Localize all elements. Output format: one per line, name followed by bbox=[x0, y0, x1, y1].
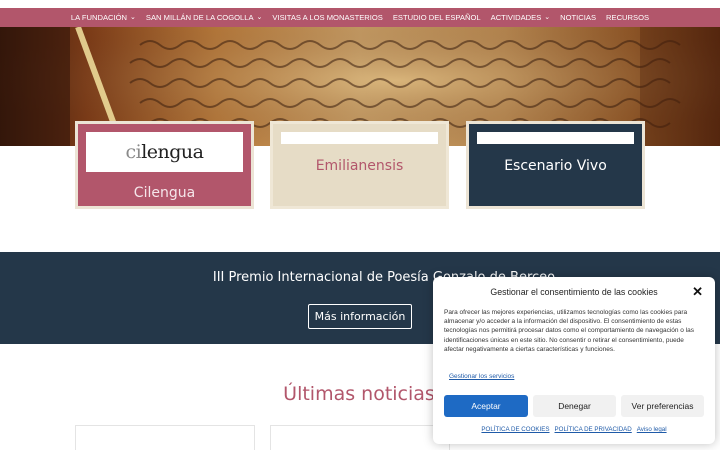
nav-item-label: SAN MILLÁN DE LA COGOLLA bbox=[145, 13, 254, 22]
mas-informacion-button[interactable]: Más información bbox=[308, 304, 412, 329]
close-icon[interactable]: ✕ bbox=[692, 285, 703, 298]
cilengua-logo: cilengua bbox=[86, 132, 243, 172]
card-label: Escenario Vivo bbox=[504, 158, 607, 174]
nav-item-label: ESTUDIO DEL ESPAÑOL bbox=[392, 13, 481, 22]
card-image-placeholder bbox=[477, 132, 634, 144]
page: LA FUNDACIÓN ⌄ SAN MILLÁN DE LA COGOLLA … bbox=[0, 0, 720, 450]
news-card[interactable] bbox=[270, 425, 450, 450]
privacy-policy-link[interactable]: POLÍTICA DE PRIVACIDAD bbox=[555, 426, 632, 433]
nav-item-visitas[interactable]: VISITAS A LOS MONASTERIOS bbox=[267, 13, 387, 22]
card-cilengua[interactable]: cilengua Cilengua bbox=[75, 121, 254, 209]
cookie-policy-links: POLÍTICA DE COOKIES POLÍTICA DE PRIVACID… bbox=[433, 426, 715, 433]
card-emilianensis[interactable]: Emilianensis bbox=[270, 121, 449, 209]
nav-item-la-fundacion[interactable]: LA FUNDACIÓN ⌄ bbox=[66, 13, 141, 22]
nav-item-label: LA FUNDACIÓN bbox=[70, 13, 128, 22]
news-card[interactable] bbox=[75, 425, 255, 450]
card-label: Cilengua bbox=[133, 185, 196, 201]
chevron-down-icon: ⌄ bbox=[256, 14, 263, 21]
manage-services-link[interactable]: Gestionar los servicios bbox=[449, 373, 514, 380]
chevron-down-icon: ⌄ bbox=[130, 14, 136, 21]
nav-item-label: RECURSOS bbox=[606, 13, 650, 22]
logo-prefix: ci bbox=[125, 141, 142, 163]
nav-item-label: NOTICIAS bbox=[560, 13, 597, 22]
nav-item-label: VISITAS A LOS MONASTERIOS bbox=[272, 13, 383, 22]
nav-item-label: ACTIVIDADES bbox=[490, 13, 542, 22]
logo-main: lengua bbox=[141, 141, 204, 163]
preferences-button[interactable]: Ver preferencias bbox=[621, 395, 704, 417]
cookie-policy-link[interactable]: POLÍTICA DE COOKIES bbox=[481, 426, 549, 433]
card-escenario-vivo[interactable]: Escenario Vivo bbox=[466, 121, 645, 209]
cilengua-logo-text: cilengua bbox=[125, 141, 204, 163]
nav-item-estudio[interactable]: ESTUDIO DEL ESPAÑOL bbox=[388, 13, 486, 22]
main-navigation: LA FUNDACIÓN ⌄ SAN MILLÁN DE LA COGOLLA … bbox=[0, 8, 720, 27]
nav-item-recursos[interactable]: RECURSOS bbox=[601, 13, 654, 22]
cookie-dialog-title: Gestionar el consentimiento de las cooki… bbox=[490, 287, 658, 297]
deny-button[interactable]: Denegar bbox=[533, 395, 616, 417]
nav-item-noticias[interactable]: NOTICIAS bbox=[555, 13, 601, 22]
card-label: Emilianensis bbox=[315, 158, 404, 174]
card-image-placeholder bbox=[281, 132, 438, 144]
cookie-consent-dialog: Gestionar el consentimiento de las cooki… bbox=[433, 277, 715, 444]
accept-button[interactable]: Aceptar bbox=[444, 395, 528, 417]
chevron-down-icon: ⌄ bbox=[544, 14, 551, 21]
legal-notice-link[interactable]: Aviso legal bbox=[637, 426, 667, 433]
nav-item-actividades[interactable]: ACTIVIDADES ⌄ bbox=[486, 13, 556, 22]
cookie-description: Para ofrecer las mejores experiencias, u… bbox=[444, 309, 695, 353]
nav-item-san-millan[interactable]: SAN MILLÁN DE LA COGOLLA ⌄ bbox=[141, 13, 268, 22]
